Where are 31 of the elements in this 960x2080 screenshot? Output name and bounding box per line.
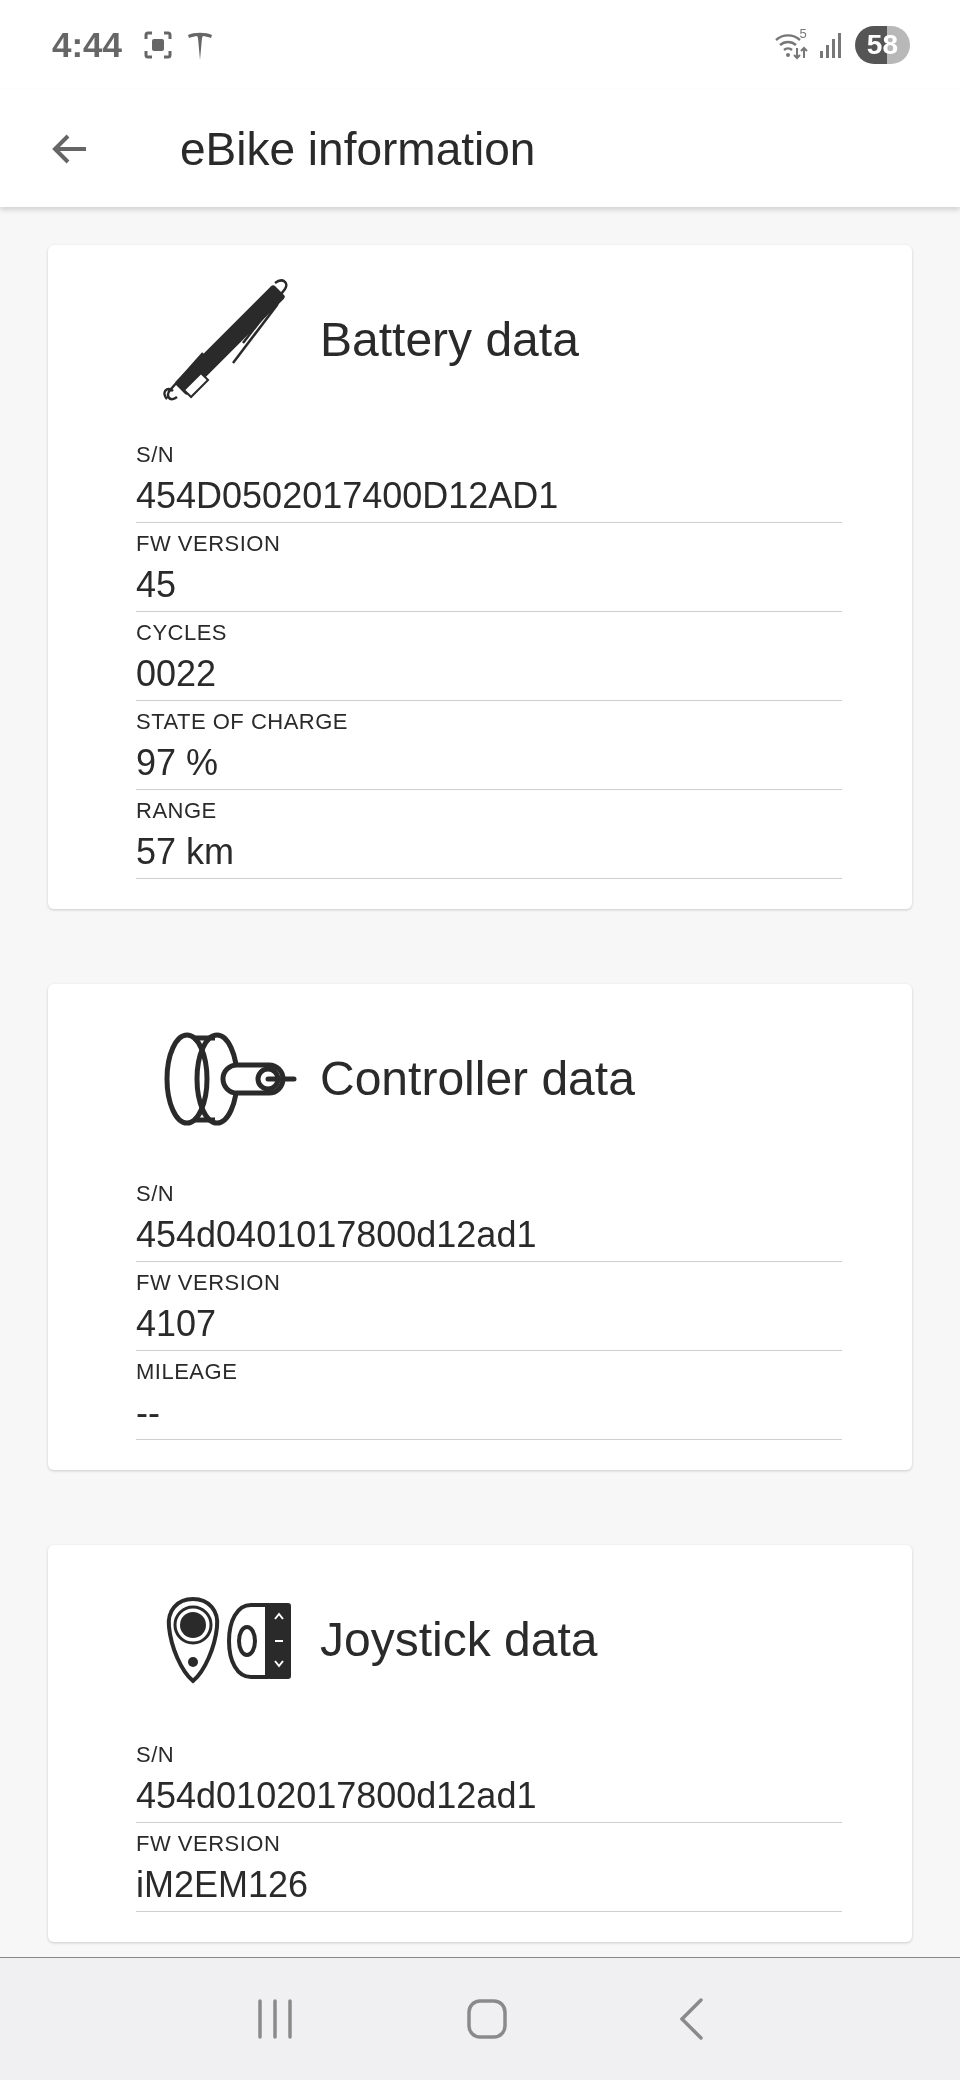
- field-value: 97 %: [136, 741, 220, 785]
- signal-icon: [818, 31, 843, 59]
- field-value: 45: [136, 563, 178, 607]
- back-icon[interactable]: [679, 1998, 704, 2040]
- field-label: S/N: [136, 441, 176, 469]
- field-label: MILEAGE: [136, 1358, 239, 1386]
- status-time: 4:44: [52, 25, 123, 65]
- field-label: FW VERSION: [136, 1269, 282, 1297]
- field-label: FW VERSION: [136, 1830, 282, 1858]
- recent-apps-icon[interactable]: [256, 1999, 295, 2039]
- field-label: S/N: [136, 1741, 176, 1769]
- field-value: 454d0401017800d12ad1: [136, 1213, 538, 1257]
- field-label: RANGE: [136, 797, 218, 825]
- card-title: Battery data: [320, 312, 579, 367]
- screenshot-icon: [142, 29, 175, 61]
- page-title: eBike information: [180, 121, 536, 176]
- card-title: Joystick data: [320, 1612, 598, 1667]
- field-label: CYCLES: [136, 619, 229, 647]
- field-value: 57 km: [136, 830, 236, 874]
- field-value: 4107: [136, 1302, 218, 1346]
- field-label: STATE OF CHARGE: [136, 708, 350, 736]
- field-label: S/N: [136, 1180, 176, 1208]
- network-label: 5: [799, 26, 807, 41]
- field-value: 454D0502017400D12AD1: [136, 474, 560, 518]
- card-title: Controller data: [320, 1051, 635, 1106]
- field-label: FW VERSION: [136, 530, 282, 558]
- field-value: iM2EM126: [136, 1863, 310, 1907]
- field-value: --: [136, 1391, 161, 1435]
- field-value: 0022: [136, 652, 218, 696]
- home-icon[interactable]: [467, 1999, 507, 2039]
- field-value: 454d0102017800d12ad1: [136, 1774, 538, 1818]
